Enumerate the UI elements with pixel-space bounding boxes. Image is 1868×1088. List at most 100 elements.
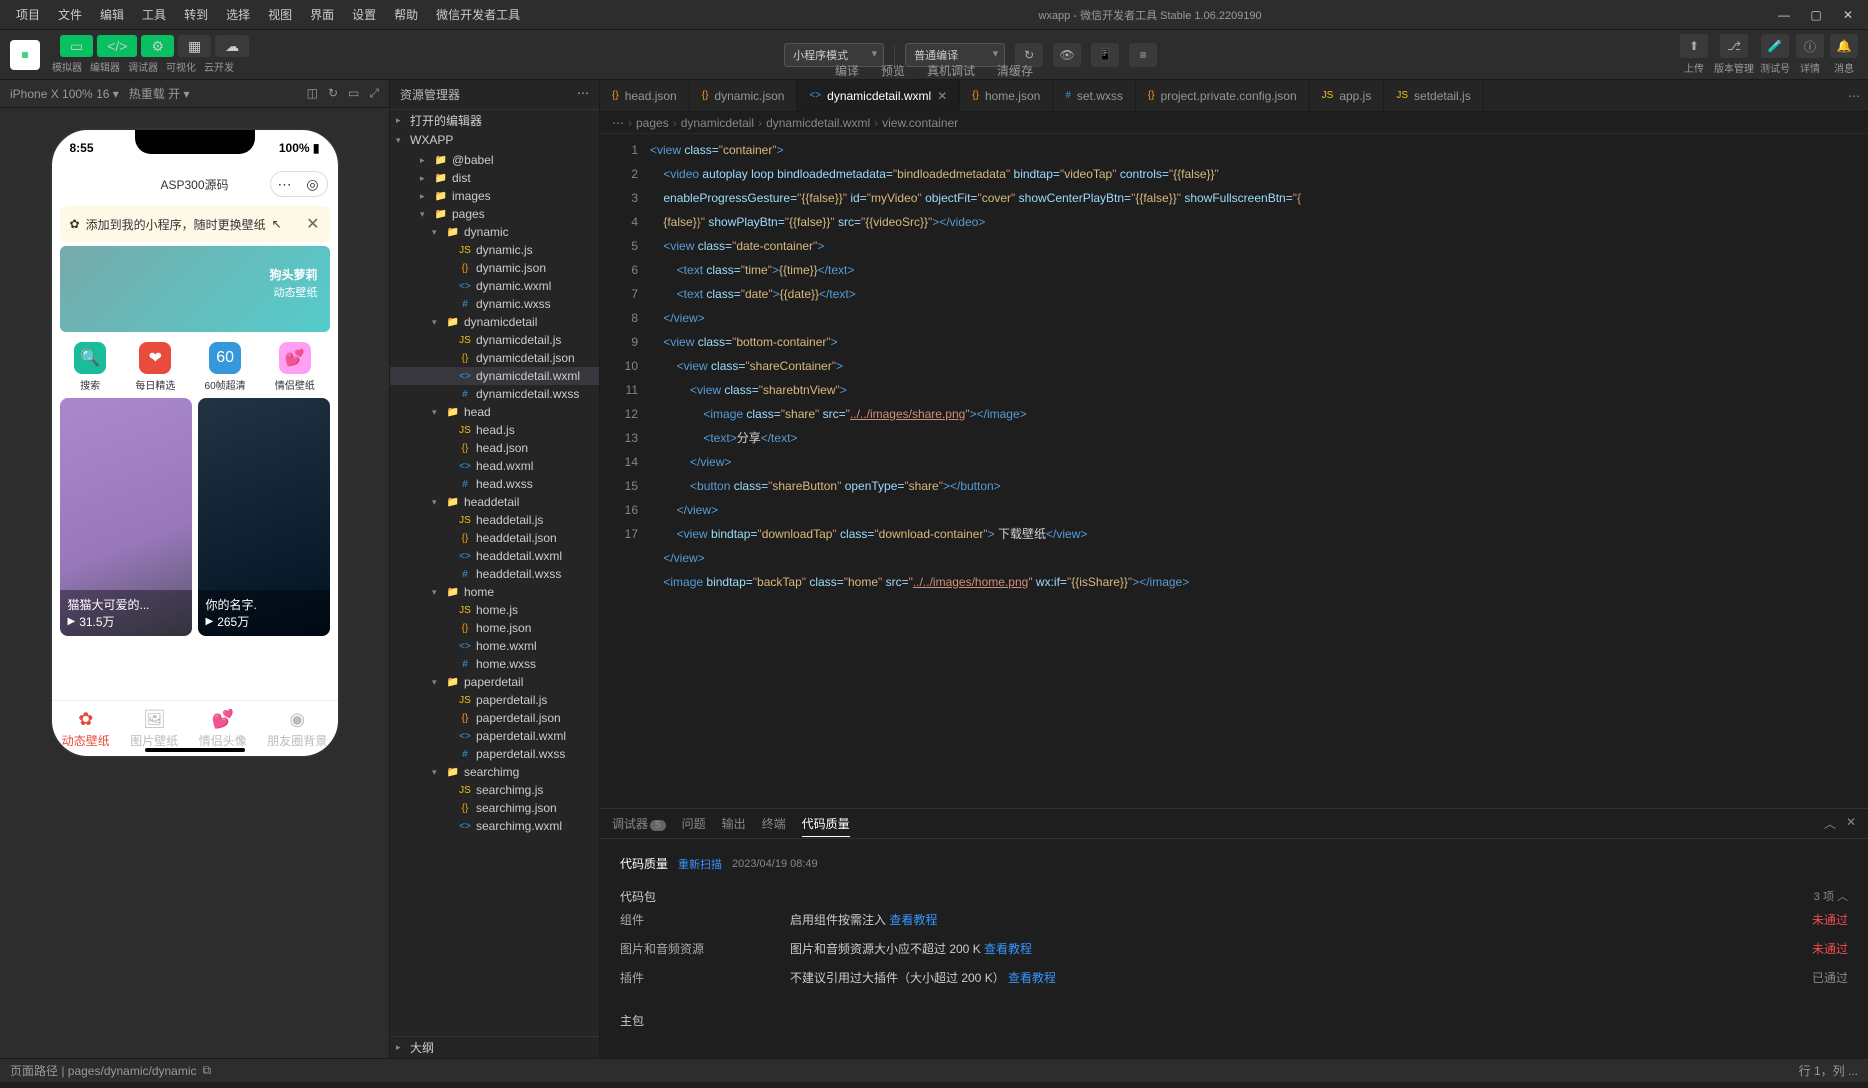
wallpaper-card[interactable]: 猫猫大可爱的... ▶ 31.5万 [60, 398, 192, 636]
tree-item[interactable]: {}paperdetail.json [390, 709, 599, 727]
close-icon[interactable]: ✕ [306, 214, 319, 234]
item-count[interactable]: 3 项 ︿ [1814, 888, 1848, 905]
close-icon[interactable]: ✕ [937, 89, 947, 103]
menu-item[interactable]: 帮助 [386, 2, 426, 27]
menu-item[interactable]: 编辑 [92, 2, 132, 27]
toolbar-action[interactable]: 🧪 [1761, 34, 1789, 58]
cursor-position[interactable]: 行 1，列 ... [1799, 1062, 1858, 1079]
copy-icon[interactable]: ⧉ [203, 1063, 212, 1078]
code-editor[interactable]: 1234567891011121314151617 <view class="c… [600, 134, 1868, 808]
editor-tab[interactable]: {}head.json [600, 80, 690, 111]
tree-item[interactable]: ▾📁dynamicdetail [390, 313, 599, 331]
chevron-up-icon[interactable]: ︿ [1824, 811, 1836, 836]
toolbar-action[interactable]: ⬆ [1680, 34, 1708, 58]
tree-item[interactable]: {}headdetail.json [390, 529, 599, 547]
panel-tab[interactable]: 终端 [762, 811, 786, 836]
tree-item[interactable]: JSpaperdetail.js [390, 691, 599, 709]
tree-item[interactable]: ▾📁paperdetail [390, 673, 599, 691]
sim-icon[interactable]: ↻ [328, 86, 338, 101]
device-selector[interactable]: iPhone X 100% 16 ▾ [10, 87, 119, 101]
quick-item[interactable]: 💕情侣壁纸 [275, 342, 315, 392]
tree-item[interactable]: ▸📁images [390, 187, 599, 205]
more-tabs-icon[interactable]: ⋯ [1840, 80, 1868, 111]
editor-tab[interactable]: #set.wxss [1053, 80, 1136, 111]
tab-item[interactable]: 🖼图片壁纸 [130, 709, 178, 749]
tree-item[interactable]: <>headdetail.wxml [390, 547, 599, 565]
tree-item[interactable]: #head.wxss [390, 475, 599, 493]
simulator-button[interactable]: ▭ [60, 35, 93, 57]
tree-item[interactable]: #dynamic.wxss [390, 295, 599, 313]
tutorial-link[interactable]: 查看教程 [984, 942, 1032, 956]
panel-tab[interactable]: 问题 [682, 811, 706, 836]
tree-item[interactable]: ▾📁searchimg [390, 763, 599, 781]
tree-item[interactable]: ▾📁pages [390, 205, 599, 223]
close-button[interactable]: ✕ [1836, 3, 1860, 27]
tree-item[interactable]: ▸📁dist [390, 169, 599, 187]
cloud-button[interactable]: ☁ [215, 35, 249, 57]
toolbar-action[interactable]: ⎇ [1720, 34, 1748, 58]
tutorial-link[interactable]: 查看教程 [1008, 971, 1056, 985]
sim-icon[interactable]: ⤢ [369, 86, 379, 101]
menu-item[interactable]: 项目 [8, 2, 48, 27]
tree-item[interactable]: {}head.json [390, 439, 599, 457]
hotreload-toggle[interactable]: 热重载 开 ▾ [129, 85, 190, 102]
tree-item[interactable]: #headdetail.wxss [390, 565, 599, 583]
tree-item[interactable]: #dynamicdetail.wxss [390, 385, 599, 403]
tab-item[interactable]: ✿动态壁纸 [62, 709, 110, 749]
tree-item[interactable]: <>home.wxml [390, 637, 599, 655]
tree-item[interactable]: <>paperdetail.wxml [390, 727, 599, 745]
menu-item[interactable]: 工具 [134, 2, 174, 27]
more-icon[interactable]: ⋯ [577, 86, 589, 103]
preview-icon[interactable]: 👁 [1053, 43, 1081, 67]
tree-item[interactable]: {}home.json [390, 619, 599, 637]
target-icon[interactable]: ◎ [299, 172, 327, 196]
tree-item[interactable]: {}dynamic.json [390, 259, 599, 277]
tree-item[interactable]: ▾📁head [390, 403, 599, 421]
section-open-editors[interactable]: ▸打开的编辑器 [390, 110, 599, 131]
tree-item[interactable]: <>head.wxml [390, 457, 599, 475]
tree-item[interactable]: <>dynamic.wxml [390, 277, 599, 295]
quick-item[interactable]: ❤每日精选 [135, 342, 175, 392]
tree-item[interactable]: JShead.js [390, 421, 599, 439]
tree-item[interactable]: {}searchimg.json [390, 799, 599, 817]
sim-icon[interactable]: ◫ [307, 86, 318, 101]
panel-tab[interactable]: 输出 [722, 811, 746, 836]
menu-item[interactable]: 界面 [302, 2, 342, 27]
page-path[interactable]: 页面路径 | pages/dynamic/dynamic [10, 1062, 197, 1079]
menu-dots-icon[interactable]: ⋯ [271, 172, 299, 196]
menu-item[interactable]: 转到 [176, 2, 216, 27]
breadcrumb[interactable]: ⋯›pages›dynamicdetail›dynamicdetail.wxml… [600, 112, 1868, 134]
menu-item[interactable]: 设置 [344, 2, 384, 27]
device-icon[interactable]: 📱 [1091, 43, 1119, 67]
tab-item[interactable]: ◉朋友圈背景 [267, 709, 327, 749]
editor-tab[interactable]: {}home.json [960, 80, 1053, 111]
panel-tab[interactable]: 调试器5 [612, 811, 666, 836]
rescan-link[interactable]: 重新扫描 [678, 856, 722, 872]
clear-icon[interactable]: ≡ [1129, 43, 1157, 67]
wallpaper-card[interactable]: 你的名字. ▶ 265万 [198, 398, 330, 636]
menu-item[interactable]: 文件 [50, 2, 90, 27]
debugger-button[interactable]: ⚙ [141, 35, 174, 57]
tree-item[interactable]: JSsearchimg.js [390, 781, 599, 799]
sim-icon[interactable]: ▭ [348, 86, 359, 101]
tree-item[interactable]: <>dynamicdetail.wxml [390, 367, 599, 385]
section-project[interactable]: ▾WXAPP [390, 131, 599, 149]
banner[interactable]: ✿ 添加到我的小程序，随时更换壁纸 ↖ ✕ [60, 206, 330, 242]
visual-button[interactable]: ▦ [178, 35, 211, 57]
tree-item[interactable]: #paperdetail.wxss [390, 745, 599, 763]
minimize-button[interactable]: — [1772, 3, 1796, 27]
tree-item[interactable]: ▾📁home [390, 583, 599, 601]
editor-tab[interactable]: JSapp.js [1310, 80, 1385, 111]
section-outline[interactable]: ▸大纲 [390, 1036, 599, 1058]
editor-tab[interactable]: <>dynamicdetail.wxml✕ [797, 80, 960, 111]
maximize-button[interactable]: ▢ [1804, 3, 1828, 27]
tree-item[interactable]: JSheaddetail.js [390, 511, 599, 529]
editor-button[interactable]: </> [97, 35, 137, 57]
tree-item[interactable]: JShome.js [390, 601, 599, 619]
tree-item[interactable]: <>searchimg.wxml [390, 817, 599, 835]
editor-tab[interactable]: {}dynamic.json [690, 80, 798, 111]
tree-item[interactable]: JSdynamic.js [390, 241, 599, 259]
toolbar-action[interactable]: 🔔 [1830, 34, 1858, 58]
tutorial-link[interactable]: 查看教程 [889, 913, 937, 927]
tab-item[interactable]: 💕情侣头像 [199, 709, 247, 749]
